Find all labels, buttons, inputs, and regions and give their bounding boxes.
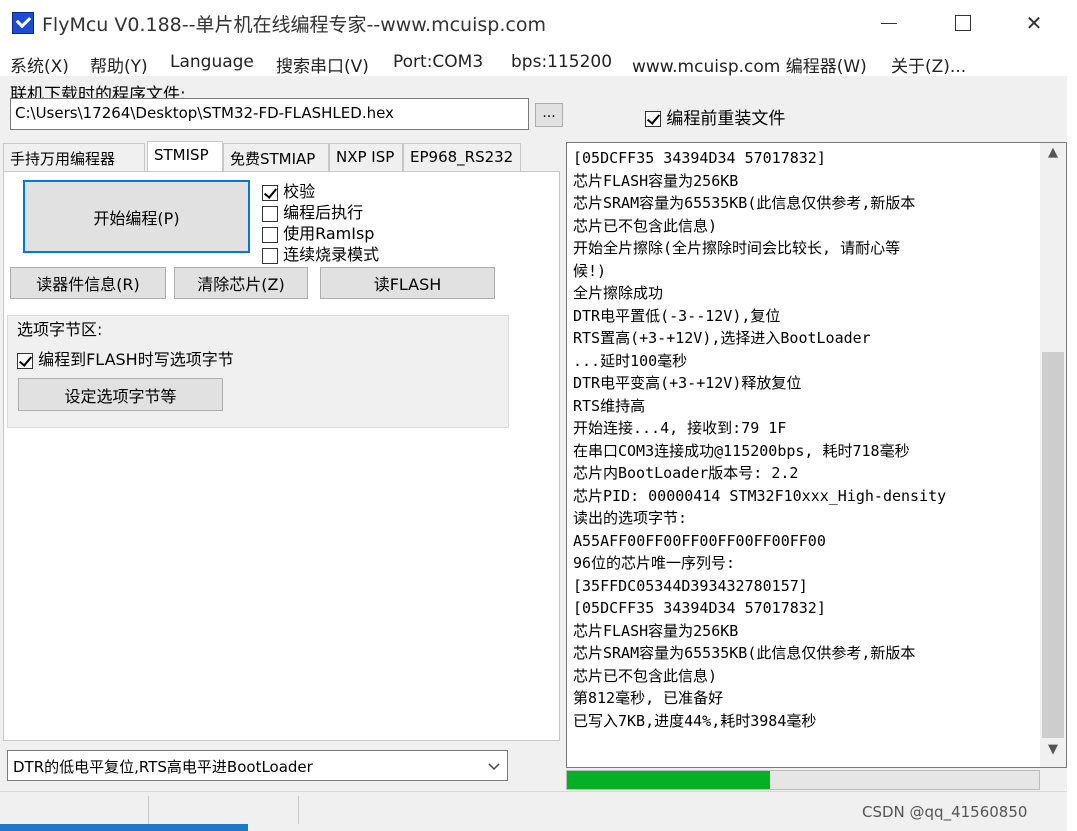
menu-port[interactable]: Port:COM3 (393, 52, 483, 72)
log-line: 芯片SRAM容量为65535KB(此信息仅供参考,新版本 (573, 644, 916, 662)
option-byte-title: 选项字节区: (17, 320, 103, 339)
browse-button[interactable]: ... (535, 103, 563, 127)
tab-ep968[interactable]: EP968_RS232 (403, 143, 521, 171)
reload-file-label: 编程前重装文件 (666, 109, 786, 129)
continuous-checkbox[interactable] (262, 247, 278, 264)
window-title: FlyMcu V0.188--单片机在线编程专家--www.mcuisp.com (42, 14, 546, 36)
scrollbar-thumb[interactable] (1042, 352, 1064, 738)
log-line: DTR电平变高(+3-+12V)释放复位 (573, 374, 802, 392)
reload-file-option[interactable]: 编程前重装文件 (645, 104, 785, 129)
log-line: [35FFDC05344D393432780157] (573, 576, 808, 595)
continuous-label: 连续烧录模式 (283, 245, 380, 264)
close-icon: ✕ (1025, 11, 1043, 35)
erase-chip-button[interactable]: 清除芯片(Z) (174, 267, 308, 299)
write-option-label: 编程到FLASH时写选项字节 (38, 350, 234, 369)
menu-bps[interactable]: bps:115200 (511, 52, 612, 72)
scroll-up-icon[interactable]: ▲ (1040, 145, 1066, 167)
log-line: 芯片FLASH容量为256KB (573, 621, 739, 640)
log-line: 芯片已不包含此信息) (573, 666, 718, 685)
log-line: DTR电平置低(-3--12V),复位 (573, 306, 781, 325)
tab-handheld-programmer[interactable]: 手持万用编程器 (3, 143, 145, 171)
read-flash-button[interactable]: 读FLASH (320, 267, 495, 299)
log-line: 开始连接...4, 接收到:79 1F (573, 419, 787, 437)
menu-search-port[interactable]: 搜索串口(V) (276, 52, 369, 77)
log-line: 芯片FLASH容量为256KB (573, 171, 739, 190)
tab-stmiap[interactable]: 免费STMIAP (223, 143, 329, 171)
chevron-down-icon[interactable] (484, 756, 504, 776)
watermark: CSDN @qq_41560850 (862, 803, 1028, 821)
minimize-button[interactable] (866, 6, 912, 40)
log-line: 第812毫秒, 已准备好 (573, 689, 724, 707)
maximize-button[interactable] (940, 6, 986, 40)
close-button[interactable]: ✕ (1011, 6, 1057, 40)
file-path-input[interactable]: C:\Users\17264\Desktop\STM32-FD-FLASHLED… (10, 98, 529, 130)
log-line: 芯片已不包含此信息) (573, 216, 718, 235)
log-line: 已写入7KB,进度44%,耗时3984毫秒 (573, 711, 817, 730)
scroll-down-icon[interactable]: ▼ (1040, 742, 1066, 764)
menu-help[interactable]: 帮助(Y) (90, 52, 148, 77)
log-line: 候!) (573, 261, 607, 280)
read-device-info-button[interactable]: 读器件信息(R) (10, 267, 166, 299)
log-line: 96位的芯片唯一序列号: (573, 554, 736, 572)
app-icon (12, 12, 34, 34)
status-divider (148, 796, 149, 824)
log-lines: [05DCFF35 34394D34 57017832] 芯片FLASH容量为25… (573, 147, 1041, 732)
window-edge (1067, 0, 1077, 831)
log-line: RTS维持高 (573, 396, 646, 415)
reload-file-checkbox[interactable] (645, 111, 661, 127)
log-line: RTS置高(+3-+12V),选择进入BootLoader (573, 329, 871, 347)
tab-stmisp[interactable]: STMISP (147, 141, 223, 171)
log-line: 在串口COM3连接成功@115200bps, 耗时718毫秒 (573, 441, 910, 460)
log-line: 读出的选项字节: (573, 509, 688, 527)
log-line: 全片擦除成功 (573, 284, 664, 302)
log-output[interactable]: [05DCFF35 34394D34 57017832] 芯片FLASH容量为25… (566, 142, 1067, 768)
log-line: 芯片PID: 00000414 STM32F10xxx_High-density (573, 486, 947, 505)
log-line: 芯片内BootLoader版本号: 2.2 (573, 464, 799, 482)
status-divider (298, 796, 299, 824)
log-line: [05DCFF35 34394D34 57017832] (573, 149, 826, 167)
log-line: [05DCFF35 34394D34 57017832] (573, 599, 826, 617)
menu-system[interactable]: 系统(X) (10, 52, 69, 77)
menu-programmer[interactable]: www.mcuisp.com 编程器(W) (632, 52, 867, 77)
minimize-icon (881, 22, 897, 24)
write-option-checkbox[interactable] (17, 352, 33, 369)
reset-mode-select[interactable]: DTR的低电平复位,RTS高电平进BootLoader (7, 750, 508, 781)
log-line: ...延时100毫秒 (573, 351, 688, 370)
option-continuous[interactable]: 连续烧录模式 (262, 241, 379, 265)
write-option-bytes[interactable]: 编程到FLASH时写选项字节 (17, 346, 234, 370)
taskbar-accent (0, 824, 248, 831)
log-line: 芯片SRAM容量为65535KB(此信息仅供参考,新版本 (573, 194, 916, 212)
log-line: 开始全片擦除(全片擦除时间会比较长, 请耐心等 (573, 239, 901, 257)
tab-nxp-isp[interactable]: NXP ISP (329, 143, 403, 171)
set-option-bytes-button[interactable]: 设定选项字节等 (18, 378, 223, 411)
menu-about[interactable]: 关于(Z)... (891, 52, 966, 77)
log-line: A55AFF00FF00FF00FF00FF00FF00 (573, 531, 826, 550)
maximize-icon (955, 15, 971, 31)
progress-fill (567, 771, 770, 789)
menu-language[interactable]: Language (170, 52, 254, 72)
start-programming-button[interactable]: 开始编程(P) (23, 180, 250, 253)
menu-bar: 系统(X) 帮助(Y) Language 搜索串口(V) Port:COM3 b… (0, 46, 1060, 77)
progress-bar (566, 770, 1040, 790)
